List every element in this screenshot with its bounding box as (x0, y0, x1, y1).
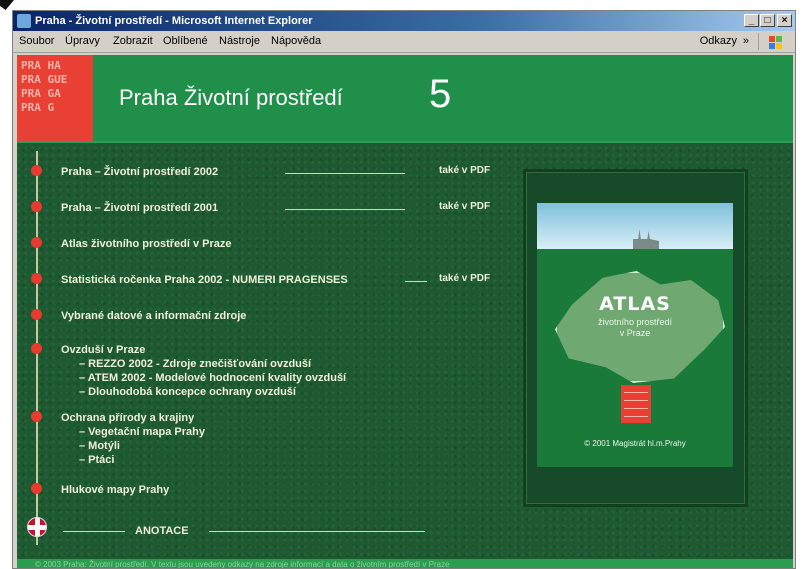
divider-line (63, 531, 125, 532)
menu-bar: Soubor Úpravy Zobrazit Oblíbené Nástroje… (13, 31, 795, 53)
nav-item-ovzdusi[interactable]: Ovzduší v Praze (61, 344, 145, 356)
subitem-rezzo[interactable]: – REZZO 2002 - Zdroje znečišťování ovzdu… (79, 358, 311, 370)
menu-help[interactable]: Nápověda (271, 35, 321, 47)
menu-view[interactable]: Zobrazit (113, 35, 153, 47)
bullet-icon (31, 165, 42, 176)
bullet-icon (31, 201, 42, 212)
logo-line: PRA GA (21, 87, 61, 100)
title-bar: Praha - Životní prostředí - Microsoft In… (13, 11, 795, 31)
menu-file[interactable]: Soubor (19, 35, 54, 47)
anotace-link[interactable]: ANOTACE (135, 525, 189, 537)
logo-line: PRA G (21, 101, 55, 114)
divider-line (405, 281, 427, 282)
divider-line (285, 209, 405, 210)
header-divider (17, 141, 793, 143)
corner-mark (0, 0, 14, 10)
nav-item-priroda[interactable]: Ochrana přírody a krajiny (61, 412, 194, 424)
divider-line (209, 531, 425, 532)
chevron-icon[interactable]: » (743, 35, 749, 47)
praha-logo[interactable]: PRA HA PRA GUE PRA GA PRA G (17, 55, 93, 141)
bullet-icon (31, 411, 42, 422)
window-title: Praha - Životní prostředí - Microsoft In… (35, 15, 313, 27)
nav-item-atlas[interactable]: Atlas životního prostředí v Praze (61, 238, 232, 250)
pdf-link-rocenka[interactable]: také v PDF (439, 273, 490, 284)
nav-item-hlukove-mapy[interactable]: Hlukové mapy Prahy (61, 484, 169, 496)
bullet-icon (31, 237, 42, 248)
menu-edit[interactable]: Úpravy (65, 35, 100, 47)
subitem-ptaci[interactable]: – Ptáci (79, 454, 114, 466)
nav-item-datove-zdroje[interactable]: Vybrané datové a informační zdroje (61, 310, 246, 322)
minimize-button[interactable]: _ (744, 14, 759, 27)
bullet-icon (31, 273, 42, 284)
atlas-subtitle-line: v Praze (619, 328, 651, 338)
pdf-link-2001[interactable]: také v PDF (439, 201, 490, 212)
edition-number: 5 (429, 72, 452, 116)
atlas-subtitle-line: životního prostředí (597, 317, 673, 327)
divider-line (285, 173, 405, 174)
logo-line: PRA HA (21, 59, 61, 72)
status-footer: © 2003 Praha: Životní prostředí. V textu… (17, 559, 793, 568)
browser-window: Praha - Životní prostředí - Microsoft In… (12, 10, 796, 569)
nav-item-statisticka-rocenka[interactable]: Statistická ročenka Praha 2002 - NUMERI … (61, 274, 348, 286)
menu-favorites[interactable]: Oblíbené (163, 35, 208, 47)
menu-tools[interactable]: Nástroje (219, 35, 260, 47)
logo-line: PRA GUE (21, 73, 68, 86)
subitem-vegetacni-mapa[interactable]: – Vegetační mapa Prahy (79, 426, 205, 438)
subitem-koncepce[interactable]: – Dlouhodobá koncepce ochrany ovzduší (79, 386, 296, 398)
praha-mini-logo (621, 385, 651, 423)
page-header: PRA HA PRA GUE PRA GA PRA G Praha Životn… (17, 55, 793, 141)
atlas-subtitle: životního prostředí v Praze (537, 317, 733, 339)
maximize-button[interactable]: □ (760, 14, 775, 27)
bullet-icon (31, 343, 42, 354)
page-content: PRA HA PRA GUE PRA GA PRA G Praha Životn… (17, 55, 793, 568)
subitem-atem[interactable]: – ATEM 2002 - Modelové hodnocení kvality… (79, 372, 346, 384)
nav-item-zp-2001[interactable]: Praha – Životní prostředí 2001 (61, 202, 218, 214)
links-button[interactable]: Odkazy (700, 35, 737, 47)
atlas-title: ATLAS (599, 293, 671, 315)
atlas-copyright: © 2001 Magistrát hl.m.Prahy (584, 439, 686, 448)
pdf-link-2002[interactable]: také v PDF (439, 165, 490, 176)
close-button[interactable]: × (777, 14, 792, 27)
bullet-icon (31, 309, 42, 320)
nav-item-zp-2002[interactable]: Praha – Životní prostředí 2002 (61, 166, 218, 178)
bullet-icon (31, 483, 42, 494)
subitem-motyli[interactable]: – Motýli (79, 440, 120, 452)
site-title: Praha Životní prostředí (119, 85, 343, 110)
windows-logo-icon (758, 33, 789, 50)
ie-icon (17, 14, 31, 28)
english-flag-icon[interactable] (27, 517, 47, 537)
atlas-cover-image[interactable]: ATLAS životního prostředí v Praze © 2001… (537, 203, 733, 467)
